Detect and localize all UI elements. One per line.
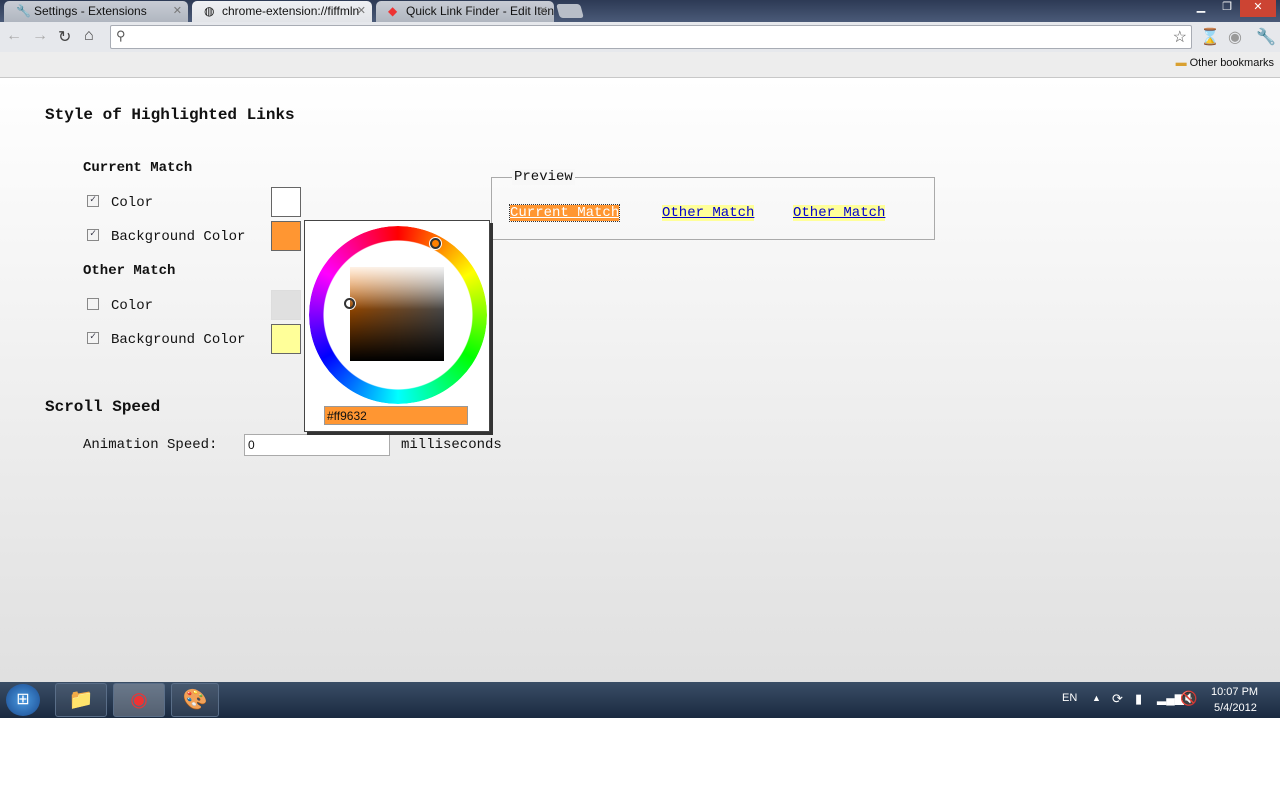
other-bookmarks-label: Other bookmarks — [1189, 57, 1274, 69]
tab-label: Quick Link Finder - Edit Iten — [406, 4, 554, 18]
browser-toolbar: ← → ↻ ⌂ ⚲ ☆ ⌛ ◉ 🔧 — [0, 22, 1280, 52]
tab-label: Settings - Extensions — [34, 4, 147, 18]
sl-marker[interactable] — [344, 298, 355, 309]
clock-time[interactable]: 10:07 PM — [1211, 686, 1258, 698]
chrome-icon: ◉ — [130, 689, 148, 711]
star-icon[interactable]: ☆ — [1173, 27, 1187, 47]
paint-icon: 🎨 — [182, 689, 208, 711]
tab-settings-extensions[interactable]: 🔧 Settings - Extensions ✕ — [4, 1, 188, 22]
search-icon: ⚲ — [116, 28, 126, 43]
hex-input[interactable]: #ff9632 — [324, 406, 468, 425]
folder-icon: 📁 — [68, 689, 94, 711]
scroll-heading: Scroll Speed — [45, 398, 161, 416]
wrench-icon: 🔧 — [16, 4, 31, 18]
new-tab-button[interactable] — [556, 4, 584, 18]
other-bg-swatch[interactable] — [271, 324, 301, 354]
close-tab-icon[interactable]: ✕ — [539, 4, 548, 17]
tab-label: chrome-extension://fiffmln — [222, 4, 360, 18]
minimize-button[interactable]: ▁ — [1188, 0, 1214, 17]
current-bg-swatch[interactable] — [271, 221, 301, 251]
update-icon[interactable]: ⟳ — [1112, 691, 1123, 707]
other-color-label: Color — [111, 298, 154, 314]
tab-extension-options[interactable]: ◍ chrome-extension://fiffmln ✕ — [192, 1, 372, 22]
hourglass-extension-icon[interactable]: ⌛ — [1200, 27, 1220, 47]
preview-current-match-link[interactable]: Current Match — [508, 204, 621, 222]
power-icon[interactable]: ▮ — [1135, 691, 1142, 707]
current-color-swatch[interactable] — [271, 187, 301, 217]
paint-taskbar-button[interactable]: 🎨 — [171, 683, 219, 717]
start-button[interactable]: ⊞ — [6, 684, 40, 716]
current-bg-label: Background Color — [111, 229, 246, 245]
other-bookmarks[interactable]: ▬ Other bookmarks — [1176, 57, 1274, 69]
home-icon[interactable]: ⌂ — [84, 27, 94, 45]
current-color-label: Color — [111, 195, 154, 211]
omnibox[interactable]: ⚲ ☆ — [110, 25, 1192, 49]
other-color-checkbox[interactable] — [87, 298, 99, 310]
other-bg-label: Background Color — [111, 332, 246, 348]
other-bg-checkbox[interactable]: ✓ — [87, 332, 99, 344]
language-indicator[interactable]: EN — [1062, 692, 1077, 704]
style-heading: Style of Highlighted Links — [45, 106, 295, 124]
windows-taskbar: ⊞ 📁 ◉ 🎨 EN ▲ ⟳ ▮ ▂▄▆ 🔇 10:07 PM 5/4/2012 — [0, 682, 1280, 718]
reload-icon[interactable]: ↻ — [58, 27, 71, 47]
saturation-lightness-square[interactable] — [350, 267, 444, 361]
preview-other-match-link[interactable]: Other Match — [793, 205, 886, 221]
current-match-heading: Current Match — [83, 160, 193, 176]
volume-muted-icon[interactable]: 🔇 — [1180, 690, 1197, 707]
close-tab-icon[interactable]: ✕ — [357, 4, 366, 17]
wrench-menu-icon[interactable]: 🔧 — [1256, 27, 1276, 47]
other-color-swatch[interactable] — [271, 290, 301, 320]
bookmarks-bar: ▬ Other bookmarks — [0, 52, 1280, 78]
quick-link-icon: ◆ — [388, 4, 398, 18]
folder-icon: ▬ — [1175, 57, 1187, 69]
close-window-button[interactable]: ✕ — [1240, 0, 1276, 17]
animation-speed-label: Animation Speed: — [83, 437, 218, 453]
hue-marker[interactable] — [430, 238, 441, 249]
close-tab-icon[interactable]: ✕ — [173, 4, 182, 17]
explorer-taskbar-button[interactable]: 📁 — [55, 683, 107, 717]
milliseconds-label: milliseconds — [401, 437, 502, 453]
show-hidden-icons[interactable]: ▲ — [1092, 693, 1101, 703]
chrome-taskbar-button[interactable]: ◉ — [113, 683, 165, 717]
animation-speed-input[interactable]: 0 — [244, 434, 390, 456]
back-icon[interactable]: ← — [6, 27, 22, 45]
restore-button[interactable]: ❐ — [1214, 0, 1240, 17]
clock-date[interactable]: 5/4/2012 — [1214, 702, 1257, 714]
preview-box: Preview Current Match Other Match Other … — [491, 169, 935, 240]
current-bg-checkbox[interactable]: ✓ — [87, 229, 99, 241]
preview-legend: Preview — [512, 169, 575, 185]
globe-icon: ◍ — [204, 4, 215, 18]
extension-icon[interactable]: ◉ — [1228, 27, 1242, 47]
tab-quick-link-finder[interactable]: ◆ Quick Link Finder - Edit Iten ✕ — [376, 1, 554, 22]
current-color-checkbox[interactable]: ✓ — [87, 195, 99, 207]
preview-other-match-link[interactable]: Other Match — [662, 205, 755, 221]
options-page: Style of Highlighted Links Current Match… — [0, 78, 1280, 682]
color-picker-popup: #ff9632 — [304, 220, 490, 432]
other-match-heading: Other Match — [83, 263, 176, 279]
forward-icon[interactable]: → — [32, 27, 48, 45]
tab-strip: 🔧 Settings - Extensions ✕ ◍ chrome-extensio… — [0, 0, 1280, 22]
